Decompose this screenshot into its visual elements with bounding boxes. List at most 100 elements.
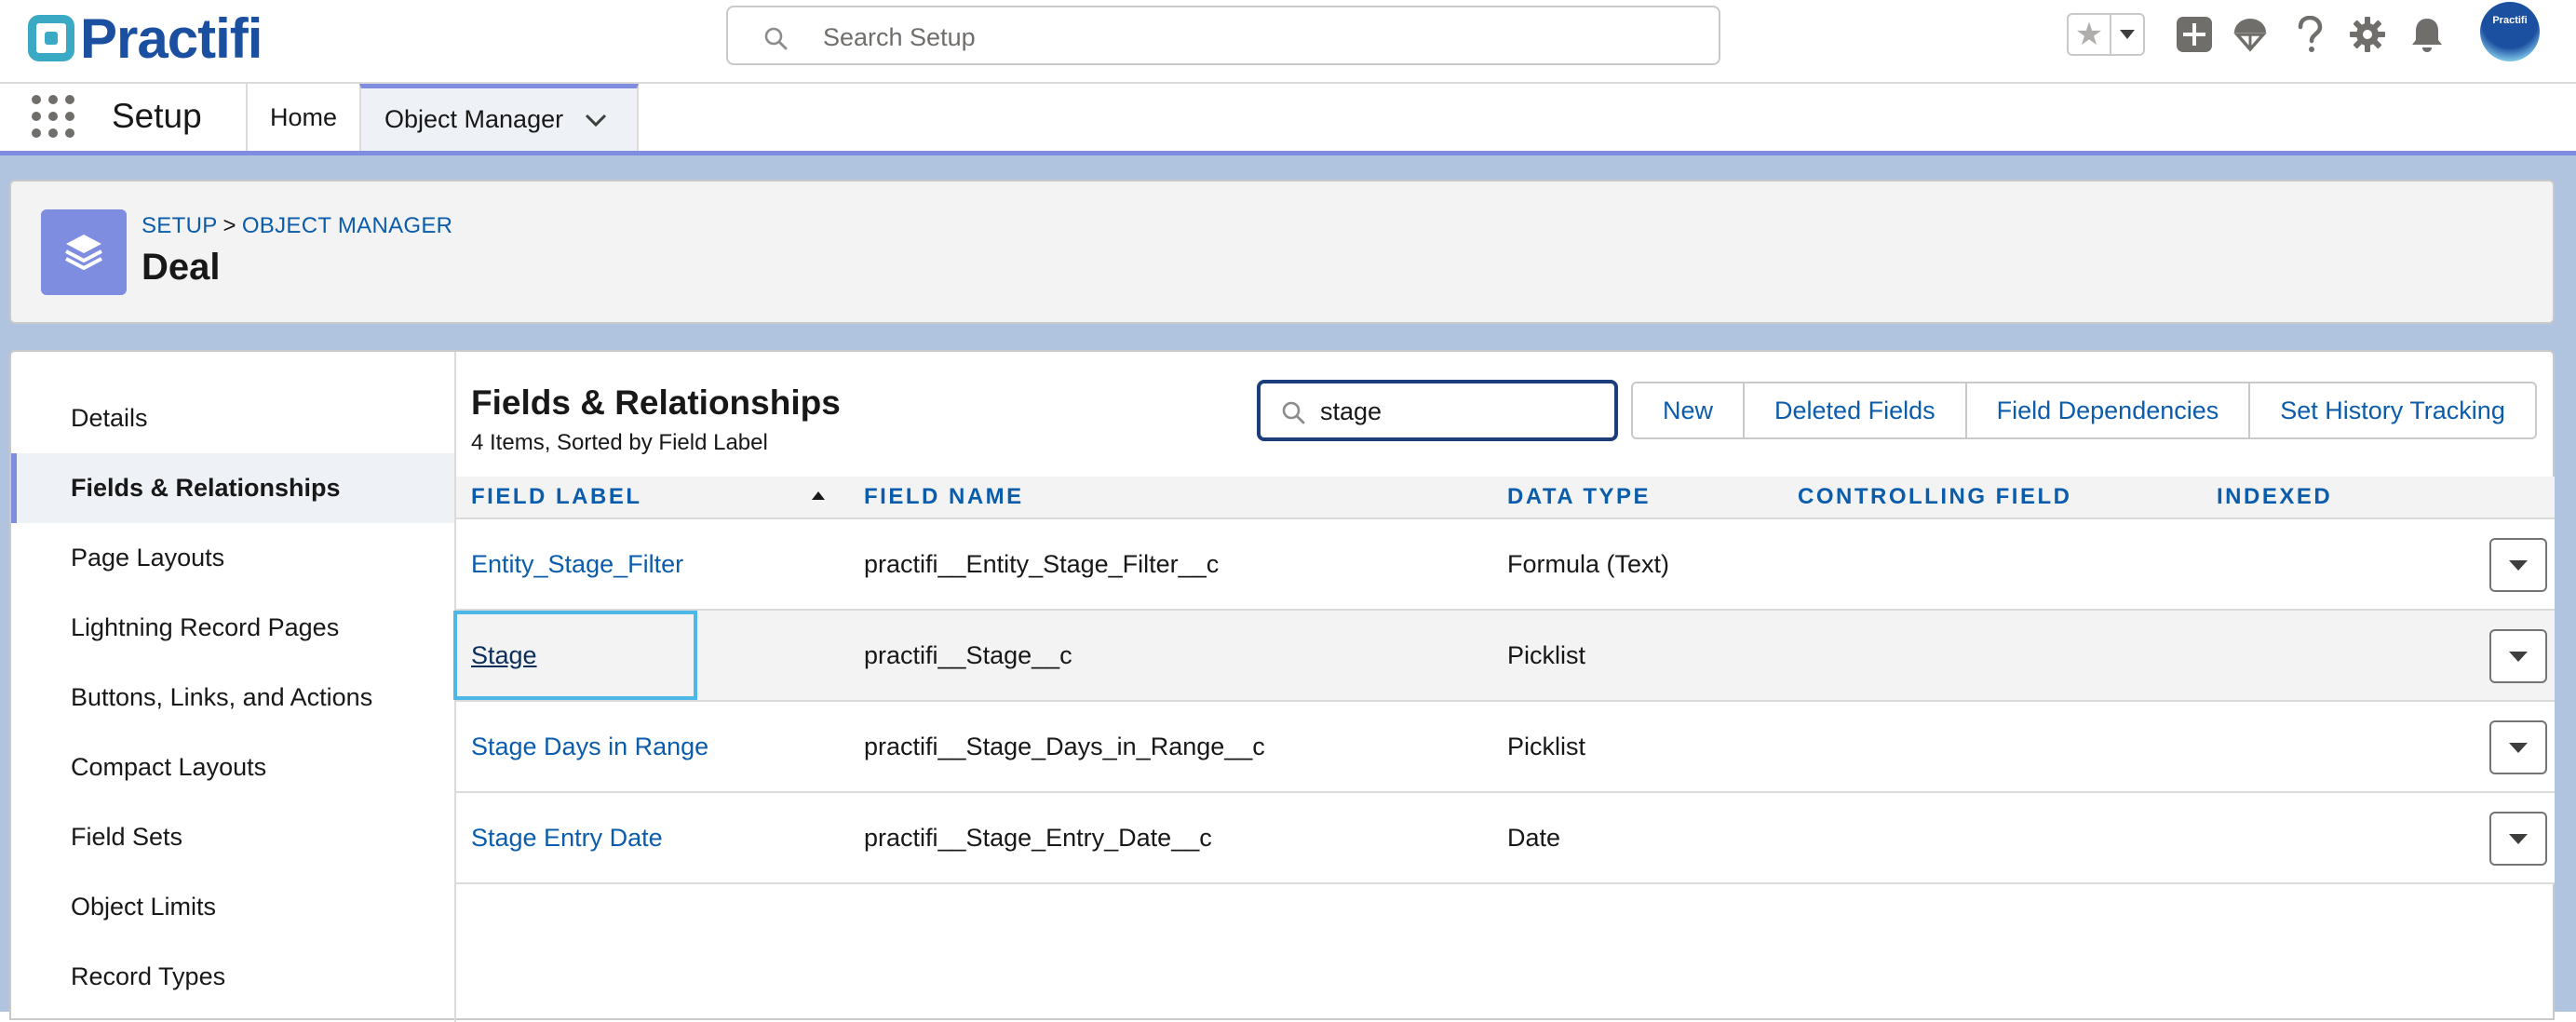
sidebar-item-page-layouts[interactable]: Page Layouts bbox=[11, 523, 454, 593]
field-name-cell: practifi__Stage_Days_in_Range__c bbox=[864, 732, 1265, 760]
quick-find-input[interactable] bbox=[1318, 397, 1601, 426]
sidebar-item-details[interactable]: Details bbox=[11, 383, 454, 453]
table-row: Stage practifi__Stage__c Picklist bbox=[453, 611, 2555, 702]
sidebar-item-label: Field Sets bbox=[71, 823, 183, 851]
avatar-text: Practifi bbox=[2492, 15, 2528, 26]
field-label-link[interactable]: Stage bbox=[471, 611, 537, 700]
sidebar-item-label: Details bbox=[71, 404, 148, 432]
sidebar-item-label: Page Layouts bbox=[71, 544, 225, 572]
search-icon bbox=[1282, 401, 1305, 424]
global-search-input[interactable] bbox=[821, 20, 1663, 54]
sidebar-item-lightning-record-pages[interactable]: Lightning Record Pages bbox=[11, 593, 454, 663]
page-body: SETUP > OBJECT MANAGER Deal Details Fields… bbox=[0, 155, 2576, 1022]
sort-ascending-icon[interactable] bbox=[812, 491, 825, 500]
quick-find-search[interactable] bbox=[1257, 380, 1618, 441]
global-actions-button[interactable] bbox=[2173, 13, 2216, 56]
bell-icon bbox=[2412, 19, 2442, 52]
breadcrumb: SETUP > OBJECT MANAGER bbox=[142, 213, 452, 239]
breadcrumb-object-manager[interactable]: OBJECT MANAGER bbox=[242, 213, 452, 238]
sidebar-item-fields-relationships[interactable]: Fields & Relationships bbox=[11, 453, 454, 523]
breadcrumb-setup[interactable]: SETUP bbox=[142, 213, 218, 238]
trailhead-guidance-button[interactable] bbox=[2229, 13, 2272, 56]
column-header-data-type[interactable]: DATA TYPE bbox=[1507, 477, 1651, 518]
column-header-field-label[interactable]: FIELD LABEL bbox=[471, 477, 642, 518]
practifi-logo[interactable]: Practifi bbox=[28, 6, 263, 71]
object-header: SETUP > OBJECT MANAGER Deal bbox=[9, 180, 2555, 324]
search-icon bbox=[764, 27, 788, 50]
plus-icon bbox=[2177, 17, 2212, 52]
content-card: Details Fields & Relationships Page Layo… bbox=[9, 350, 2555, 1022]
global-search[interactable] bbox=[726, 6, 1720, 65]
tab-home-label: Home bbox=[269, 102, 338, 131]
notifications-button[interactable] bbox=[2406, 13, 2448, 56]
field-name-cell: practifi__Entity_Stage_Filter__c bbox=[864, 549, 1220, 578]
sidebar-item-field-sets[interactable]: Field Sets bbox=[11, 802, 454, 872]
field-dependencies-button[interactable]: Field Dependencies bbox=[1966, 383, 2251, 437]
chevron-down-icon bbox=[2509, 559, 2528, 571]
data-type-cell: Picklist bbox=[1507, 732, 1586, 760]
favorites-group: ★ bbox=[2067, 13, 2145, 56]
action-button-group: New Deleted Fields Field Dependencies Se… bbox=[1631, 382, 2537, 439]
field-label-link[interactable]: Stage Entry Date bbox=[471, 793, 663, 882]
sidebar-item-label: Object Limits bbox=[71, 893, 217, 921]
sidebar-item-label: Buttons, Links, and Actions bbox=[71, 683, 373, 711]
sidebar-item-label: Fields & Relationships bbox=[71, 474, 341, 502]
sidebar-item-object-limits[interactable]: Object Limits bbox=[11, 872, 454, 942]
tab-object-manager[interactable]: Object Manager bbox=[359, 84, 639, 151]
object-sidebar: Details Fields & Relationships Page Layo… bbox=[11, 352, 456, 1022]
deleted-fields-button[interactable]: Deleted Fields bbox=[1745, 383, 1967, 437]
section-subtitle: 4 Items, Sorted by Field Label bbox=[471, 430, 768, 455]
field-name-cell: practifi__Stage__c bbox=[864, 640, 1072, 669]
help-icon bbox=[2298, 16, 2323, 52]
favorite-star-icon[interactable]: ★ bbox=[2069, 15, 2111, 54]
table-header: FIELD LABEL FIELD NAME DATA TYPE CONTROL… bbox=[456, 477, 2555, 519]
sidebar-item-buttons-links-actions[interactable]: Buttons, Links, and Actions bbox=[11, 663, 454, 733]
chevron-down-icon[interactable] bbox=[584, 113, 608, 128]
object-layers-icon bbox=[41, 209, 127, 295]
section-title: Fields & Relationships bbox=[471, 383, 841, 422]
sidebar-item-label: Compact Layouts bbox=[71, 753, 267, 781]
chevron-down-icon bbox=[2509, 833, 2528, 844]
fields-panel: Fields & Relationships 4 Items, Sorted b… bbox=[453, 352, 2555, 1022]
user-avatar[interactable]: Practifi bbox=[2480, 2, 2540, 61]
setup-gear-button[interactable] bbox=[2346, 13, 2389, 56]
breadcrumb-separator: > bbox=[223, 213, 236, 238]
sidebar-item-compact-layouts[interactable]: Compact Layouts bbox=[11, 733, 454, 802]
table-row: Entity_Stage_Filter practifi__Entity_Sta… bbox=[456, 519, 2555, 611]
column-header-controlling-field[interactable]: CONTROLLING FIELD bbox=[1798, 477, 2071, 518]
field-name-cell: practifi__Stage_Entry_Date__c bbox=[864, 823, 1212, 852]
tab-home[interactable]: Home bbox=[246, 84, 359, 151]
row-actions-button[interactable] bbox=[2489, 538, 2547, 592]
app-launcher-icon[interactable] bbox=[32, 95, 74, 138]
tab-object-manager-label: Object Manager bbox=[384, 105, 564, 133]
row-actions-button[interactable] bbox=[2489, 720, 2547, 774]
sidebar-item-record-types[interactable]: Record Types bbox=[11, 942, 454, 1012]
row-actions-button[interactable] bbox=[2489, 812, 2547, 866]
chevron-down-icon bbox=[2509, 651, 2528, 662]
app-nav-bar: Setup Home Object Manager bbox=[0, 84, 2576, 155]
row-actions-button[interactable] bbox=[2489, 629, 2547, 683]
practifi-logo-mark-icon bbox=[28, 15, 74, 61]
sidebar-item-label: Lightning Record Pages bbox=[71, 613, 340, 641]
sidebar-item-label: Record Types bbox=[71, 962, 226, 990]
new-button[interactable]: New bbox=[1633, 383, 1746, 437]
column-header-field-name[interactable]: FIELD NAME bbox=[864, 477, 1024, 518]
table-row: Stage Entry Date practifi__Stage_Entry_D… bbox=[456, 793, 2555, 884]
data-type-cell: Date bbox=[1507, 823, 1561, 852]
data-type-cell: Formula (Text) bbox=[1507, 549, 1670, 578]
gear-icon bbox=[2350, 17, 2385, 52]
trailhead-icon bbox=[2233, 19, 2267, 52]
app-name: Setup bbox=[112, 97, 202, 135]
page-title: Deal bbox=[142, 247, 221, 288]
global-header: Practifi ★ bbox=[0, 0, 2576, 84]
chevron-down-icon bbox=[2120, 30, 2135, 39]
chevron-down-icon bbox=[2509, 742, 2528, 753]
set-history-tracking-button[interactable]: Set History Tracking bbox=[2250, 383, 2535, 437]
field-label-link[interactable]: Stage Days in Range bbox=[471, 702, 708, 791]
column-header-indexed[interactable]: INDEXED bbox=[2217, 477, 2332, 518]
field-label-link[interactable]: Entity_Stage_Filter bbox=[471, 519, 683, 609]
favorites-dropdown-button[interactable] bbox=[2111, 15, 2143, 54]
logo-text: Practifi bbox=[80, 7, 263, 70]
help-button[interactable] bbox=[2288, 13, 2331, 56]
data-type-cell: Picklist bbox=[1507, 640, 1586, 669]
